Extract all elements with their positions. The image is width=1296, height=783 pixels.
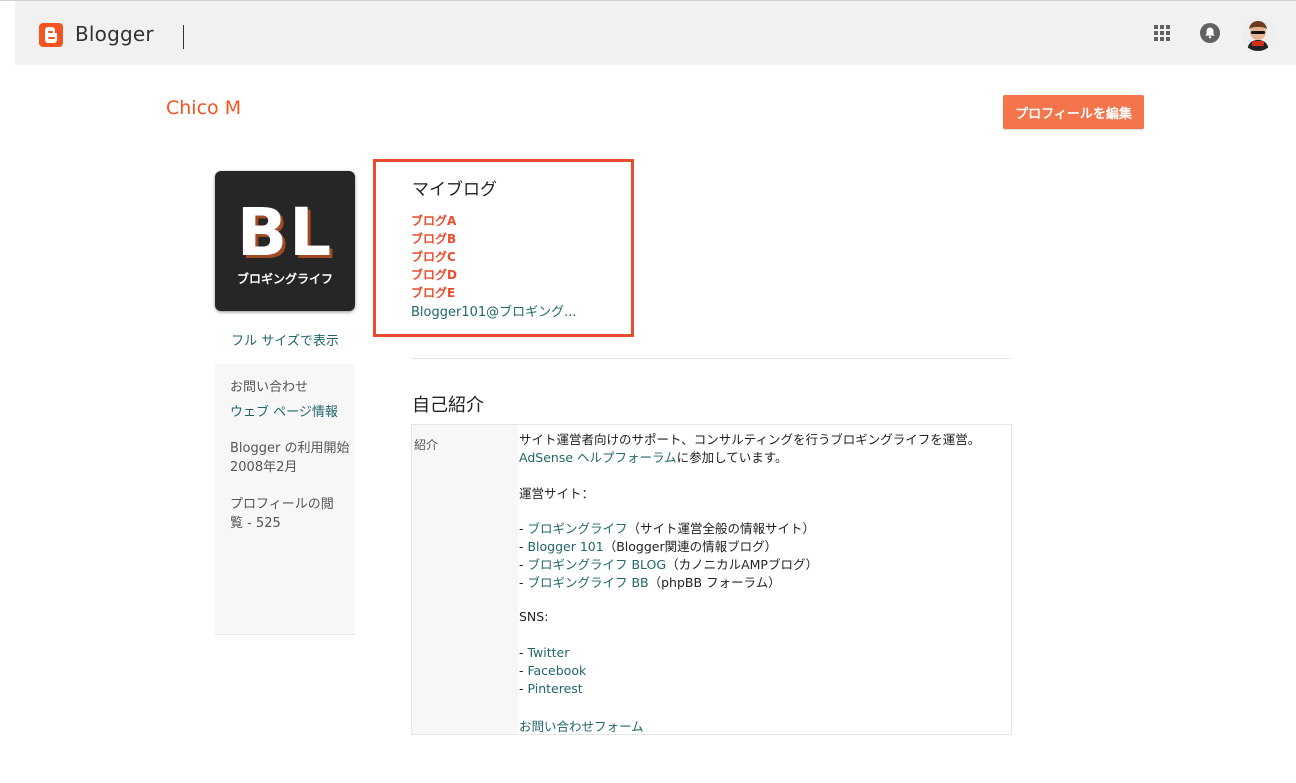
site-description: （phpBB フォーラム）: [648, 575, 781, 590]
about-label: 紹介: [414, 438, 439, 452]
site-description: （カノニカルAMPブログ）: [666, 557, 818, 572]
blog-link[interactable]: ブログD: [411, 266, 457, 283]
blogger-b-glyph: [45, 27, 57, 43]
my-blogs-heading: マイブログ: [412, 180, 497, 200]
profile-views-label: プロフィールの閲: [230, 497, 334, 512]
about-heading: 自己紹介: [412, 395, 484, 416]
site-link[interactable]: ブロギングライフ: [527, 521, 627, 536]
sns-item: - Facebook: [519, 663, 586, 678]
edit-profile-button[interactable]: プロフィールを編集: [1003, 95, 1144, 129]
account-avatar[interactable]: [1241, 17, 1275, 51]
blog-link[interactable]: ブログA: [411, 212, 456, 229]
adsense-suffix: に参加しています。: [676, 450, 788, 465]
adsense-forum-link[interactable]: AdSense ヘルプフォーラム: [519, 450, 677, 465]
profile-photo-logo-subtext: ブロギングライフ: [236, 272, 333, 286]
notifications-bell-icon[interactable]: [1200, 23, 1220, 43]
site-link[interactable]: ブロギングライフ BB: [527, 575, 648, 590]
about-adsense-line: AdSense ヘルプフォーラムに参加しています。: [519, 447, 788, 466]
profile-name: Chico M: [166, 97, 242, 119]
web-page-info-link[interactable]: ウェブ ページ情報: [230, 401, 338, 420]
twitter-link[interactable]: Twitter: [527, 645, 569, 660]
full-size-link[interactable]: フル サイズで表示: [215, 330, 355, 349]
blog-link[interactable]: Blogger101@ブロギング...: [411, 301, 577, 320]
blog-link[interactable]: ブログB: [411, 230, 456, 247]
sites-heading: 運営サイト：: [519, 486, 595, 501]
blog-link[interactable]: ブログE: [411, 284, 455, 301]
blogger-logo-icon[interactable]: [39, 23, 63, 47]
site-item: - ブロギングライフ（サイト運営全般の情報サイト）: [519, 518, 815, 537]
pinterest-link[interactable]: Pinterest: [527, 681, 582, 696]
site-item: - ブロギングライフ BLOG（カノニカルAMPブログ）: [519, 554, 818, 573]
app-header: Blogger: [15, 1, 1296, 65]
site-link[interactable]: Blogger 101: [527, 539, 603, 554]
about-intro: サイト運営者向けのサポート、コンサルティングを行うブロギングライフを運営。: [519, 432, 981, 447]
header-divider: [183, 25, 184, 49]
brand-name[interactable]: Blogger: [75, 22, 154, 46]
avatar-image: [1241, 17, 1275, 51]
contact-form-link[interactable]: お問い合わせフォーム: [519, 716, 644, 735]
profile-views-value: 覧 - 525: [230, 516, 281, 531]
site-description: （Blogger関連の情報ブログ）: [603, 539, 778, 554]
site-item: - Blogger 101（Blogger関連の情報ブログ）: [519, 536, 777, 555]
sns-heading: SNS:: [519, 609, 549, 624]
profile-photo-logo-text: BL: [236, 194, 334, 271]
sns-item: - Twitter: [519, 645, 569, 660]
contact-label: お問い合わせ: [230, 380, 309, 395]
blog-link[interactable]: ブログC: [411, 248, 456, 265]
about-table: 紹介 サイト運営者向けのサポート、コンサルティングを行うブロギングライフを運営。…: [411, 424, 1012, 735]
about-label-column: 紹介: [412, 425, 518, 734]
site-item: - ブロギングライフ BB（phpBB フォーラム）: [519, 572, 781, 591]
apps-grid-icon[interactable]: [1154, 25, 1170, 41]
site-description: （サイト運営全般の情報サイト）: [627, 521, 816, 536]
site-link[interactable]: ブロギングライフ BLOG: [527, 557, 666, 572]
section-divider: [411, 358, 1011, 359]
sns-item: - Pinterest: [519, 681, 583, 696]
member-since-value: 2008年2月: [230, 460, 298, 475]
profile-photo[interactable]: BL ブロギングライフ: [215, 171, 355, 311]
profile-sidebar: お問い合わせ ウェブ ページ情報 Blogger の利用開始 2008年2月 プ…: [215, 364, 355, 635]
member-since-label: Blogger の利用開始: [230, 441, 350, 456]
facebook-link[interactable]: Facebook: [527, 663, 586, 678]
